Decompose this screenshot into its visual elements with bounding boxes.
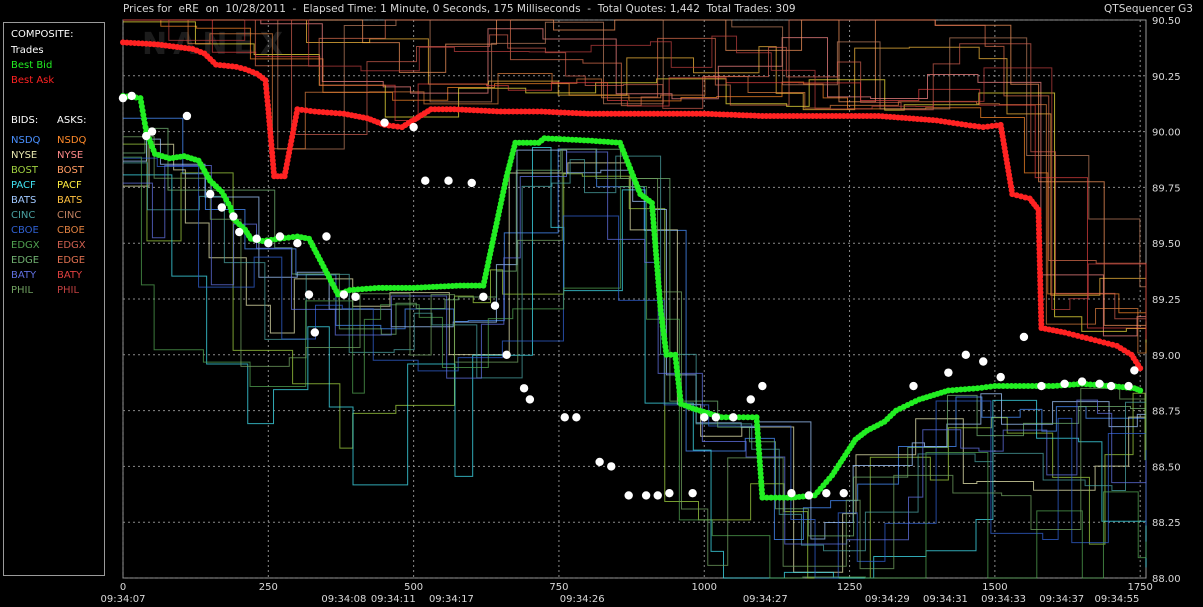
time-label: 09:34:55 bbox=[1094, 594, 1139, 605]
trade-point bbox=[467, 178, 476, 188]
trade-point bbox=[787, 488, 796, 498]
exchange-ask-line-edge bbox=[123, 19, 1147, 302]
trade-point bbox=[1124, 381, 1133, 391]
trade-point bbox=[322, 232, 331, 241]
trade-point bbox=[944, 368, 953, 377]
time-label: 09:34:17 bbox=[429, 594, 474, 605]
time-label: 09:34:07 bbox=[101, 594, 146, 605]
trade-point bbox=[490, 301, 500, 310]
y-tick-label: 89.75 bbox=[1152, 183, 1181, 194]
time-label: 09:34:33 bbox=[981, 594, 1026, 605]
trade-point bbox=[1019, 332, 1029, 342]
trade-point bbox=[560, 413, 569, 422]
trade-point bbox=[351, 292, 360, 301]
trade-point bbox=[310, 328, 320, 337]
x-tick-label: 750 bbox=[549, 582, 568, 593]
time-label: 09:34:27 bbox=[743, 594, 788, 605]
exchange-bid-line-pacf bbox=[123, 147, 1147, 579]
trade-point bbox=[525, 395, 535, 404]
x-tick-label: 1750 bbox=[1127, 582, 1152, 593]
time-label: 09:34:29 bbox=[865, 594, 910, 605]
trade-point bbox=[595, 457, 604, 467]
trade-point bbox=[700, 413, 709, 422]
trade-point bbox=[961, 350, 971, 359]
best-bid-point bbox=[1137, 387, 1144, 394]
y-tick-label: 88.75 bbox=[1152, 407, 1181, 418]
trade-point bbox=[339, 290, 349, 299]
trade-point bbox=[711, 413, 721, 422]
trade-point bbox=[641, 491, 651, 500]
trade-point bbox=[1130, 366, 1139, 375]
y-tick-label: 90.50 bbox=[1152, 16, 1181, 27]
trade-point bbox=[1095, 379, 1104, 389]
trade-point bbox=[229, 212, 238, 221]
trade-point bbox=[479, 292, 488, 301]
trade-point bbox=[444, 176, 453, 185]
trade-point bbox=[304, 290, 314, 299]
x-tick-label: 0 bbox=[120, 582, 126, 593]
trade-point bbox=[1060, 379, 1069, 389]
best-ask-line bbox=[122, 41, 1142, 369]
trade-point bbox=[118, 93, 128, 103]
trade-point bbox=[293, 239, 302, 248]
trade-point bbox=[979, 357, 988, 366]
trade-point bbox=[653, 491, 662, 500]
y-tick-label: 90.25 bbox=[1152, 72, 1181, 83]
trade-point bbox=[235, 227, 244, 237]
trade-point bbox=[572, 413, 581, 422]
trade-point bbox=[729, 413, 738, 422]
trade-point bbox=[275, 232, 285, 241]
exchange-ask-line-phil bbox=[123, 19, 1147, 322]
trade-point bbox=[996, 372, 1005, 382]
trade-point bbox=[380, 118, 389, 127]
x-tick-label: 1500 bbox=[982, 582, 1007, 593]
trade-point bbox=[264, 239, 273, 248]
y-tick-label: 88.00 bbox=[1152, 574, 1181, 585]
time-label: 09:34:11 bbox=[371, 594, 416, 605]
y-tick-label: 89.00 bbox=[1152, 351, 1181, 362]
trade-point bbox=[822, 488, 831, 498]
trade-point bbox=[205, 189, 215, 199]
y-tick-label: 90.00 bbox=[1152, 128, 1181, 139]
trade-point bbox=[1077, 377, 1087, 386]
time-label: 09:34:31 bbox=[923, 594, 968, 605]
trade-point bbox=[624, 491, 633, 500]
trade-point bbox=[1106, 381, 1116, 391]
trade-point bbox=[409, 122, 418, 132]
trade-point bbox=[607, 462, 616, 471]
trade-point bbox=[252, 234, 261, 243]
trade-point bbox=[746, 395, 755, 404]
trade-point bbox=[1037, 381, 1046, 391]
trade-point bbox=[217, 203, 227, 212]
x-tick-label: 500 bbox=[404, 582, 423, 593]
trade-point bbox=[147, 127, 157, 136]
trade-point bbox=[909, 381, 918, 391]
trade-point bbox=[665, 488, 674, 498]
trade-point bbox=[688, 488, 697, 498]
time-label: 09:34:08 bbox=[321, 594, 366, 605]
trade-point bbox=[519, 384, 529, 393]
x-tick-label: 1000 bbox=[692, 582, 717, 593]
trade-point bbox=[804, 491, 814, 500]
y-tick-label: 89.50 bbox=[1152, 239, 1181, 250]
trade-point bbox=[758, 381, 767, 391]
x-tick-label: 1250 bbox=[837, 582, 862, 593]
trade-point bbox=[502, 350, 511, 359]
x-tick-label: 250 bbox=[259, 582, 278, 593]
y-tick-label: 88.50 bbox=[1152, 462, 1181, 473]
trade-point bbox=[421, 176, 430, 185]
price-chart: 88.00 88.25 88.50 88.75 89.00 89.25 89.50 89.75… bbox=[101, 16, 1181, 605]
y-tick-label: 88.25 bbox=[1152, 518, 1181, 529]
trade-point bbox=[182, 111, 192, 121]
time-label: 09:34:37 bbox=[1039, 594, 1084, 605]
y-tick-label: 89.25 bbox=[1152, 295, 1181, 306]
time-label: 09:34:26 bbox=[560, 594, 605, 605]
trade-point bbox=[127, 91, 136, 101]
trade-point bbox=[839, 488, 848, 498]
